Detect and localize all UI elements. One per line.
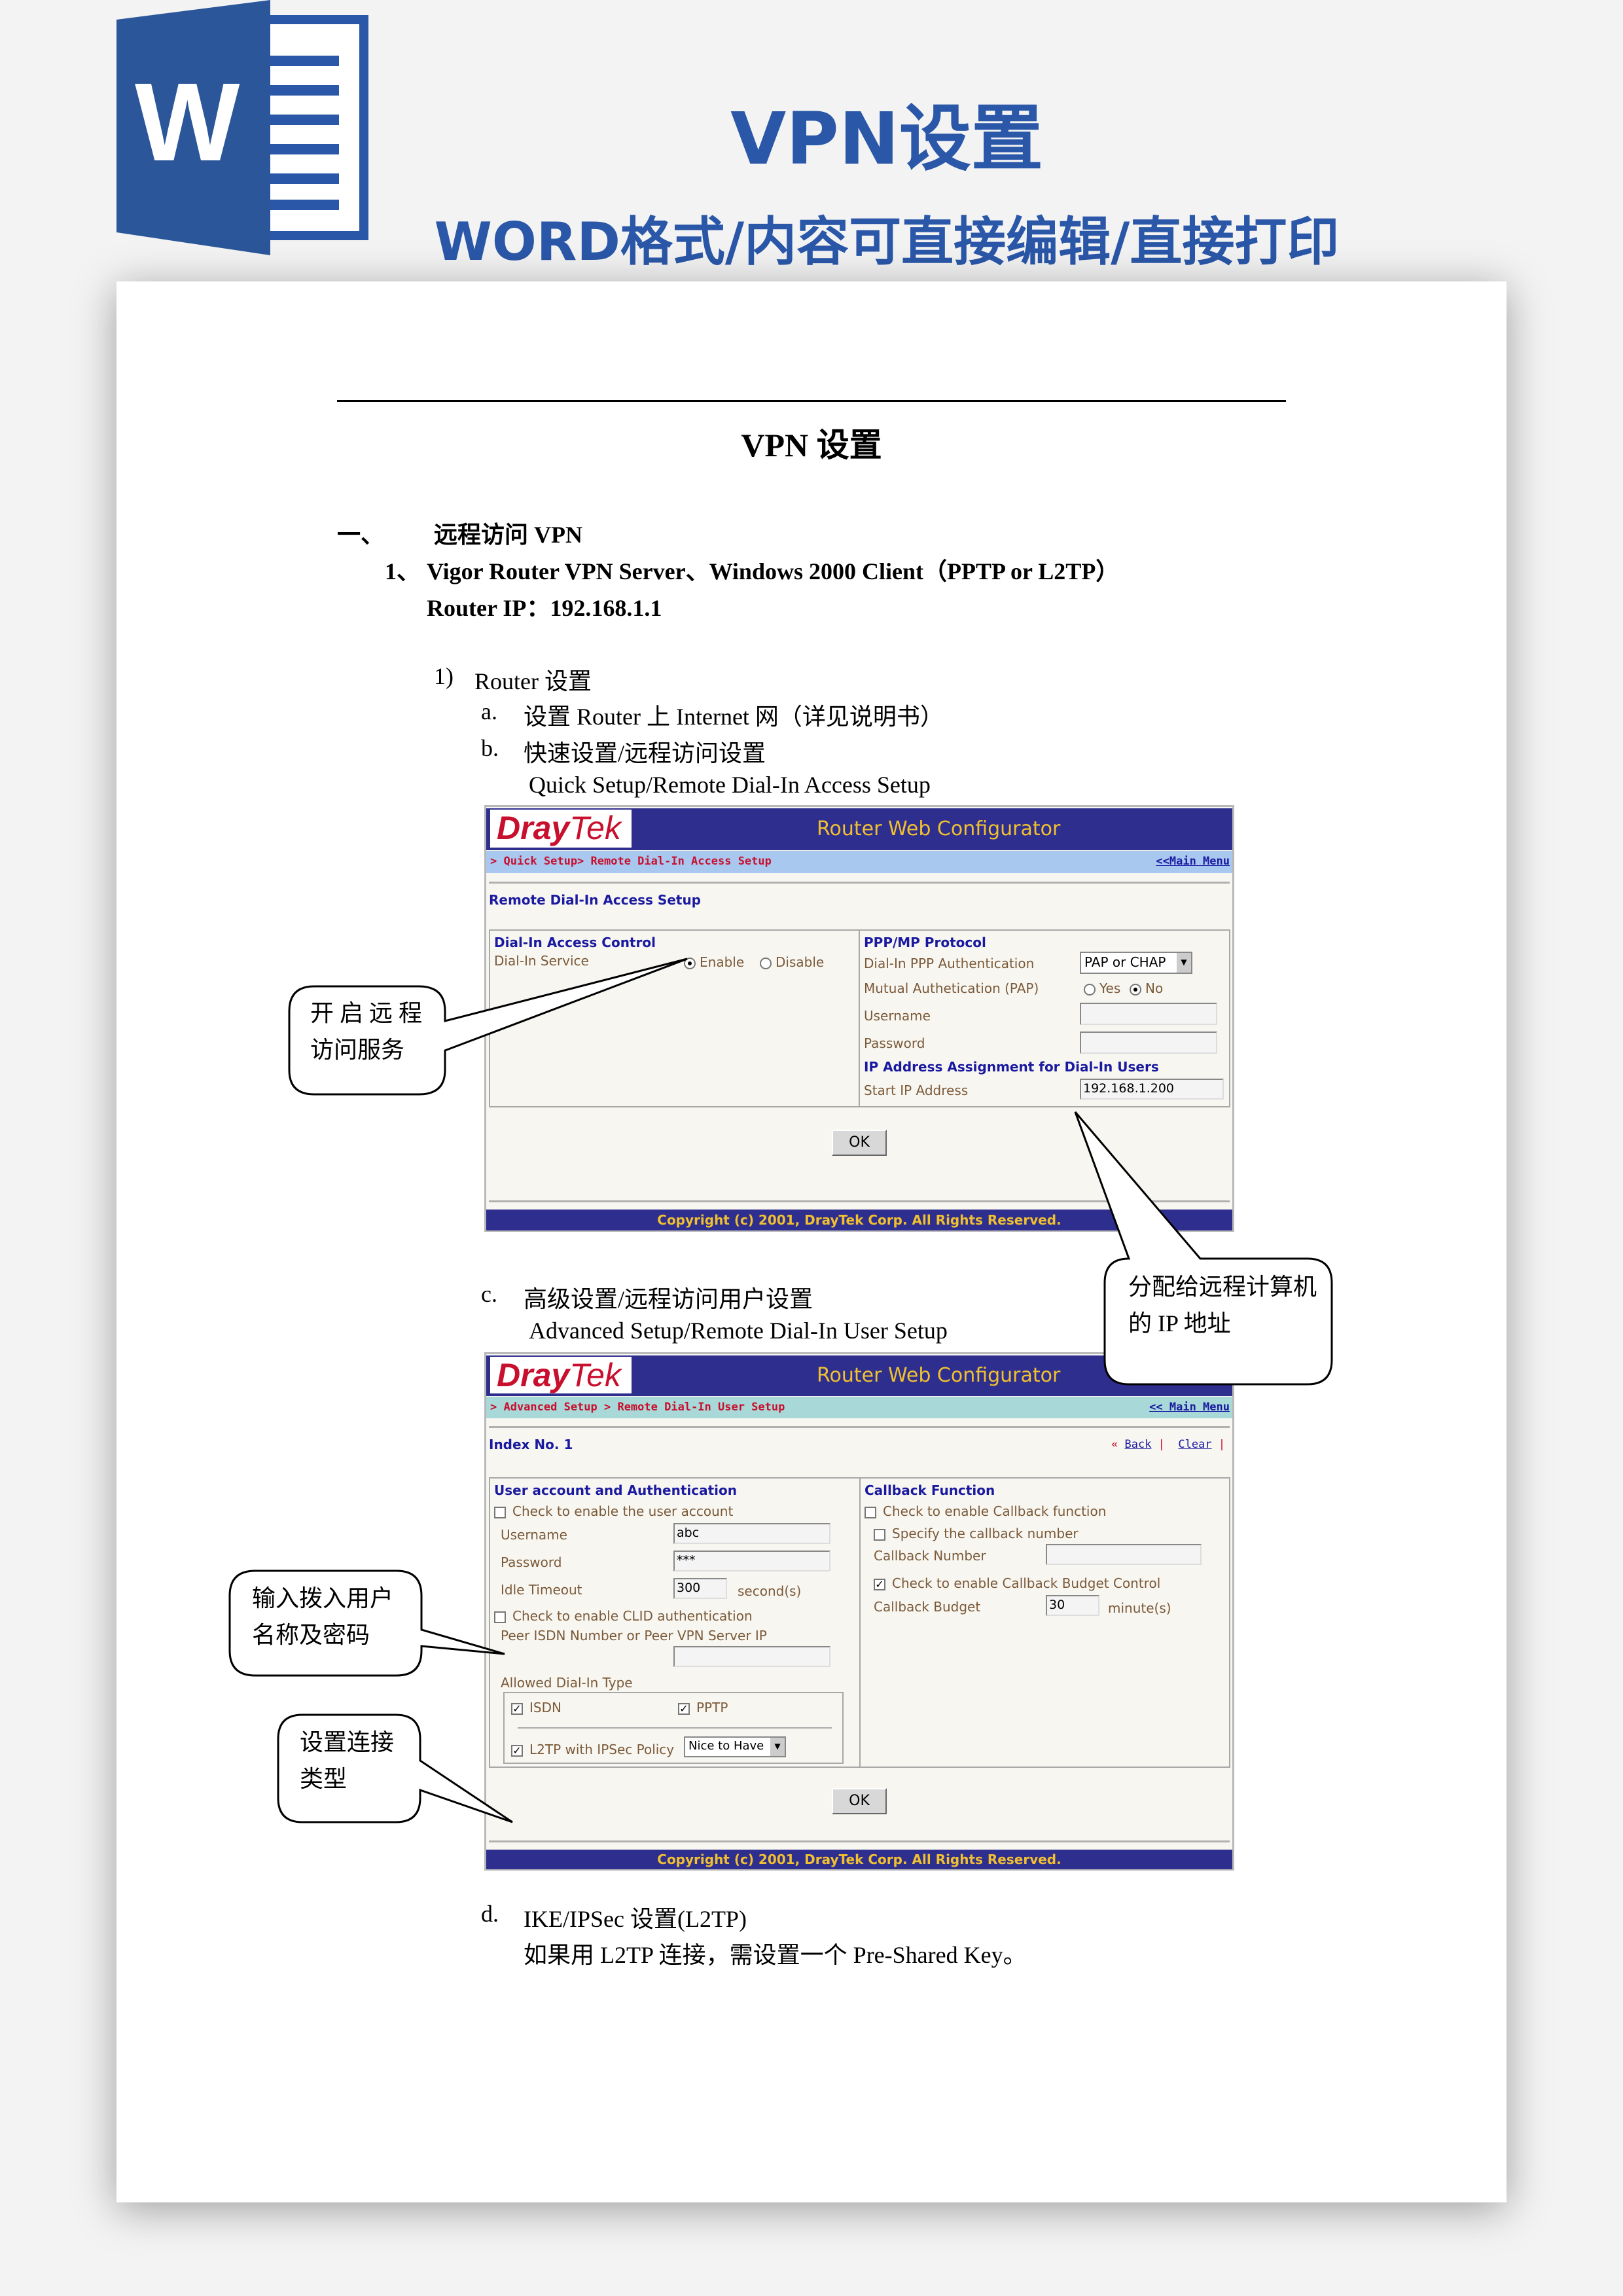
callout-assign-ip: 分配给远程计算机的 IP 地址 — [1128, 1274, 1317, 1336]
callout-bubbles — [228, 958, 1333, 1823]
callout-bubble-2 — [1074, 1111, 1333, 1386]
callout-enable-remote-access: 开 启 远 程 访问服务 — [310, 1000, 423, 1063]
callout-connection-type: 设置连接类型 — [300, 1729, 395, 1792]
callout-enter-credentials: 输入拨入用户名称及密码 — [252, 1585, 394, 1648]
